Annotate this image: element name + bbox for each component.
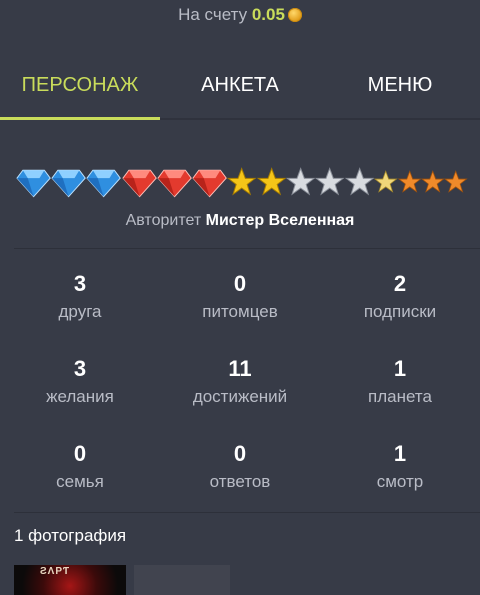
photo-thumbnail[interactable]: ƧΛPƬ xyxy=(14,565,126,595)
authority-rank[interactable]: Мистер Вселенная xyxy=(206,212,355,229)
stat-label: достижений xyxy=(192,387,288,406)
stat-planet[interactable]: 1 планета xyxy=(320,347,480,432)
photo-logo-text: ƧΛPƬ xyxy=(40,566,71,577)
stat-label: друга xyxy=(58,302,102,321)
stat-subscriptions[interactable]: 2 подписки xyxy=(320,262,480,347)
stat-label: подписки xyxy=(363,302,437,321)
gold-star-icon xyxy=(227,167,257,196)
stat-family[interactable]: 0 семья xyxy=(0,432,160,517)
divider xyxy=(14,248,480,249)
stats-grid: 3 друга 0 питомцев 2 подписки 3 желания … xyxy=(0,262,480,517)
tab-profile[interactable]: АНКЕТА xyxy=(160,58,320,118)
stat-label: семья xyxy=(56,472,104,491)
red-diamond-icon xyxy=(157,169,192,198)
blue-diamond-icon xyxy=(16,169,51,198)
stat-value: 0 xyxy=(73,441,87,466)
stat-value: 11 xyxy=(228,356,252,381)
stat-achievements[interactable]: 11 достижений xyxy=(160,347,320,432)
silver-star-icon xyxy=(315,167,345,196)
stat-value: 0 xyxy=(233,271,247,296)
small-orange-star-icon xyxy=(421,170,445,193)
red-diamond-icon xyxy=(192,169,227,198)
small-orange-star-icon xyxy=(397,170,421,193)
tab-character[interactable]: ПЕРСОНАЖ xyxy=(0,58,160,120)
stat-label: планета xyxy=(368,387,432,406)
stat-friends[interactable]: 3 друга xyxy=(0,262,160,347)
balance-label: На счету xyxy=(178,5,248,24)
stat-label: ответов xyxy=(209,472,271,491)
stat-value: 1 xyxy=(393,441,407,466)
stat-label: питомцев xyxy=(202,302,278,321)
profile-tabs: ПЕРСОНАЖ АНКЕТА МЕНЮ xyxy=(0,58,480,120)
authority-label: Авторитет xyxy=(125,212,202,229)
stat-label: смотр xyxy=(376,472,424,491)
red-diamond-icon xyxy=(122,169,157,198)
stat-value: 3 xyxy=(73,271,87,296)
blue-diamond-icon xyxy=(51,169,87,198)
photo-placeholder[interactable] xyxy=(134,565,230,595)
silver-star-icon xyxy=(344,167,375,196)
photos-title[interactable]: 1 фотография xyxy=(14,526,126,546)
authority-badges xyxy=(16,166,468,198)
coin-icon xyxy=(287,8,302,22)
stat-answers[interactable]: 0 ответов xyxy=(160,432,320,517)
authority-line: Авторитет Мистер Вселенная xyxy=(0,210,480,232)
gold-star-icon xyxy=(256,167,286,196)
stat-label: желания xyxy=(46,387,114,406)
stat-review[interactable]: 1 смотр xyxy=(320,432,480,517)
stat-value: 1 xyxy=(393,356,407,381)
stat-pets[interactable]: 0 питомцев xyxy=(160,262,320,347)
stat-value: 2 xyxy=(393,271,407,296)
small-gold-star-icon xyxy=(374,170,398,193)
balance-bar: На счету 0.05 xyxy=(0,4,480,26)
silver-star-icon xyxy=(286,167,316,196)
balance-amount: 0.05 xyxy=(251,5,285,24)
blue-diamond-icon xyxy=(86,169,122,198)
stat-wishes[interactable]: 3 желания xyxy=(0,347,160,432)
tab-menu[interactable]: МЕНЮ xyxy=(320,58,480,118)
stat-value: 0 xyxy=(233,441,247,466)
small-orange-star-icon xyxy=(444,170,468,193)
divider xyxy=(14,512,480,513)
stat-value: 3 xyxy=(73,356,87,381)
